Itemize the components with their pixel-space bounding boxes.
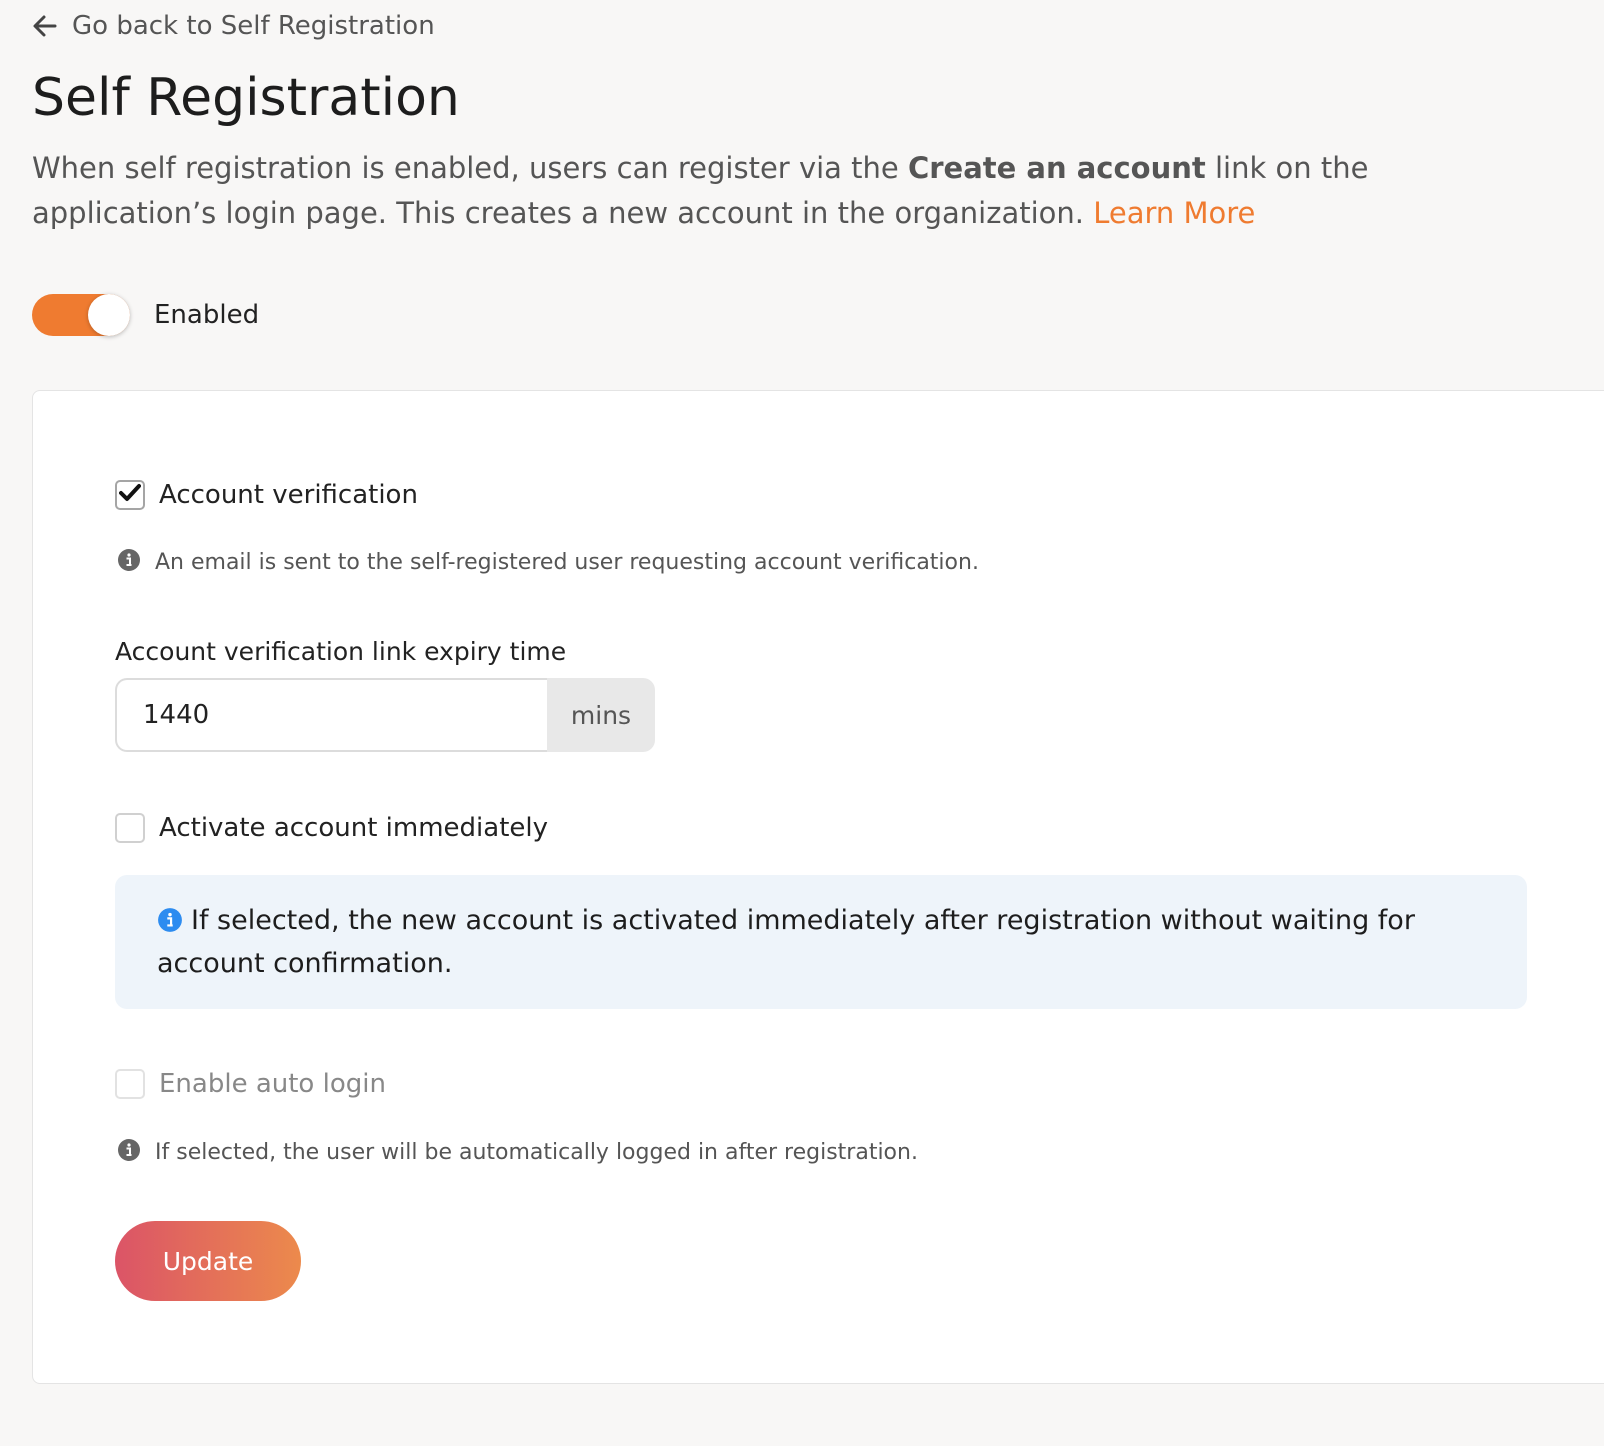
account-verification-hint-text: An email is sent to the self-registered … — [155, 549, 979, 575]
info-icon — [117, 548, 141, 576]
auto-login-hint: If selected, the user will be automatica… — [117, 1138, 918, 1166]
account-verification-row: Account verification — [115, 480, 418, 510]
arrow-left-icon — [32, 13, 58, 39]
update-button[interactable]: Update — [115, 1221, 301, 1301]
toggle-knob — [88, 294, 130, 336]
settings-card: Account verification An email is sent to… — [32, 390, 1604, 1384]
account-verification-checkbox[interactable] — [115, 480, 145, 510]
self-registration-toggle[interactable] — [32, 294, 130, 336]
expiry-time-label: Account verification link expiry time — [115, 637, 567, 666]
expiry-unit-suffix: mins — [547, 678, 655, 752]
info-icon — [157, 905, 183, 944]
checkmark-icon — [119, 483, 141, 507]
activate-immediately-checkbox[interactable] — [115, 813, 145, 843]
activate-immediately-info-box: If selected, the new account is activate… — [115, 875, 1527, 1009]
expiry-time-input[interactable] — [115, 678, 547, 752]
back-link[interactable]: Go back to Self Registration — [32, 8, 435, 44]
description-prefix: When self registration is enabled, users… — [32, 151, 908, 185]
auto-login-hint-text: If selected, the user will be automatica… — [155, 1139, 918, 1165]
self-registration-toggle-row: Enabled — [32, 294, 259, 336]
learn-more-link[interactable]: Learn More — [1093, 196, 1255, 230]
activate-immediately-row: Activate account immediately — [115, 813, 548, 843]
auto-login-row: Enable auto login — [115, 1069, 386, 1099]
expiry-time-input-group: mins — [115, 678, 655, 752]
info-icon — [117, 1138, 141, 1166]
auto-login-checkbox[interactable] — [115, 1069, 145, 1099]
back-link-label: Go back to Self Registration — [72, 11, 435, 41]
account-verification-hint: An email is sent to the self-registered … — [117, 548, 979, 576]
toggle-label: Enabled — [154, 300, 260, 330]
activate-immediately-info-text: If selected, the new account is activate… — [157, 905, 1415, 979]
activate-immediately-label: Activate account immediately — [159, 813, 548, 843]
account-verification-label: Account verification — [159, 480, 418, 510]
page-description: When self registration is enabled, users… — [32, 146, 1472, 236]
auto-login-label: Enable auto login — [159, 1069, 386, 1099]
description-bold: Create an account — [907, 151, 1206, 185]
page-title: Self Registration — [32, 68, 460, 128]
